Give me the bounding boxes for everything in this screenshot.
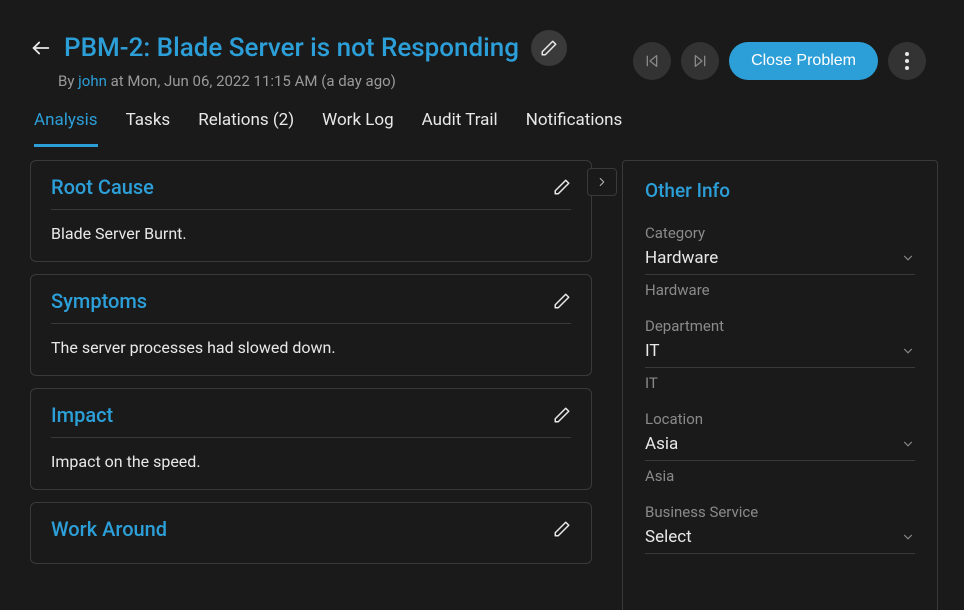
- tab-tasks[interactable]: Tasks: [126, 110, 171, 147]
- tab-relations[interactable]: Relations (2): [198, 110, 294, 147]
- field-label: Business Service: [645, 503, 915, 521]
- card-title: Root Cause: [51, 175, 154, 199]
- pencil-icon: [553, 520, 571, 538]
- field-value: Hardware: [645, 248, 718, 268]
- work-around-card: Work Around: [30, 502, 592, 564]
- location-select[interactable]: Asia: [645, 434, 915, 461]
- chevron-down-icon: [901, 530, 915, 544]
- location-field: Location Asia Asia: [645, 410, 915, 485]
- pencil-icon: [540, 39, 558, 57]
- pencil-icon: [553, 292, 571, 310]
- more-menu-button[interactable]: [888, 42, 926, 80]
- chevron-down-icon: [901, 437, 915, 451]
- card-body: The server processes had slowed down.: [51, 338, 571, 357]
- department-select[interactable]: IT: [645, 341, 915, 368]
- field-value: Asia: [645, 434, 678, 454]
- page-title: PBM-2: Blade Server is not Responding: [64, 33, 519, 63]
- card-body: Impact on the speed.: [51, 452, 571, 471]
- edit-root-cause-button[interactable]: [553, 178, 571, 196]
- skip-prev-icon: [644, 53, 660, 69]
- tab-audit-trail[interactable]: Audit Trail: [422, 110, 498, 147]
- edit-symptoms-button[interactable]: [553, 292, 571, 310]
- side-panel-title: Other Info: [645, 179, 915, 202]
- business-service-field: Business Service Select: [645, 503, 915, 554]
- field-value: Select: [645, 527, 692, 547]
- edit-impact-button[interactable]: [553, 406, 571, 424]
- next-button[interactable]: [681, 42, 719, 80]
- tab-analysis[interactable]: Analysis: [34, 110, 98, 147]
- byline: By john at Mon, Jun 06, 2022 11:15 AM (a…: [58, 72, 567, 90]
- symptoms-card: Symptoms The server processes had slowed…: [30, 274, 592, 376]
- card-title: Symptoms: [51, 289, 147, 313]
- field-value: IT: [645, 341, 660, 361]
- tab-work-log[interactable]: Work Log: [322, 110, 394, 147]
- field-label: Location: [645, 410, 915, 428]
- chevron-right-icon: [595, 175, 609, 189]
- category-select[interactable]: Hardware: [645, 248, 915, 275]
- back-button[interactable]: [30, 37, 52, 59]
- tab-bar: Analysis Tasks Relations (2) Work Log Au…: [0, 90, 964, 148]
- card-title: Impact: [51, 403, 113, 427]
- author-link[interactable]: john: [78, 72, 107, 90]
- root-cause-card: Root Cause Blade Server Burnt.: [30, 160, 592, 262]
- impact-card: Impact Impact on the speed.: [30, 388, 592, 490]
- collapse-side-panel-button[interactable]: [587, 168, 617, 196]
- close-problem-button[interactable]: Close Problem: [729, 42, 878, 80]
- prev-button[interactable]: [633, 42, 671, 80]
- card-title: Work Around: [51, 517, 167, 541]
- edit-work-around-button[interactable]: [553, 520, 571, 538]
- pencil-icon: [553, 406, 571, 424]
- chevron-down-icon: [901, 251, 915, 265]
- field-label: Department: [645, 317, 915, 335]
- pencil-icon: [553, 178, 571, 196]
- field-label: Category: [645, 224, 915, 242]
- other-info-panel: Other Info Category Hardware Hardware De…: [622, 160, 938, 610]
- field-subvalue: Asia: [645, 467, 915, 485]
- department-field: Department IT IT: [645, 317, 915, 392]
- business-service-select[interactable]: Select: [645, 527, 915, 554]
- category-field: Category Hardware Hardware: [645, 224, 915, 299]
- skip-next-icon: [692, 53, 708, 69]
- dots-icon: [905, 52, 909, 56]
- card-body: Blade Server Burnt.: [51, 224, 571, 243]
- field-subvalue: IT: [645, 374, 915, 392]
- edit-title-button[interactable]: [531, 30, 567, 66]
- field-subvalue: Hardware: [645, 281, 915, 299]
- chevron-down-icon: [901, 344, 915, 358]
- tab-notifications[interactable]: Notifications: [526, 110, 623, 147]
